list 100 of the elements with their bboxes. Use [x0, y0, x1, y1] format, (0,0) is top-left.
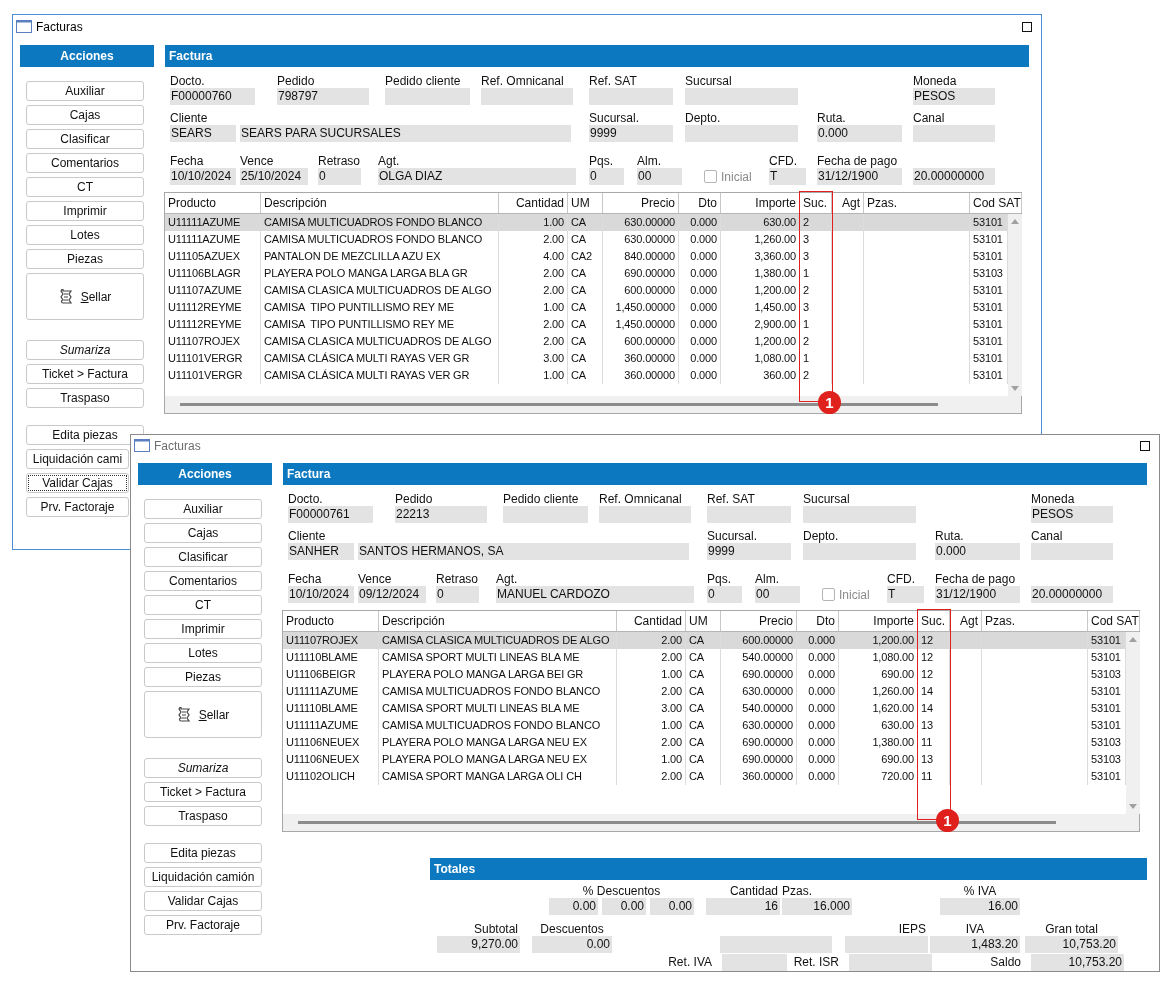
sidebar-button[interactable]: Comentarios [144, 571, 262, 591]
sidebar-button[interactable]: Edita piezas [26, 425, 144, 445]
text-field[interactable] [599, 506, 691, 523]
scrollbar[interactable] [1126, 632, 1140, 814]
text-field[interactable]: 31/12/1900 [935, 586, 1020, 603]
text-field[interactable]: 0 [707, 586, 742, 603]
text-field[interactable]: 09/12/2024 [358, 586, 426, 603]
text-field[interactable]: F00000761 [288, 506, 373, 523]
text-field[interactable] [503, 506, 588, 523]
table-row[interactable]: U11106NEUEX PLAYERA POLO MANGA LARGA NEU EX 1.00 CA 690.00000 0.000 690.00 13 53103 [283, 751, 1126, 768]
column-header[interactable]: Cod SAT [970, 193, 1022, 213]
text-field[interactable]: 10/10/2024 [170, 168, 236, 185]
table-row[interactable]: U11106NEUEX PLAYERA POLO MANGA LARGA NEU EX 2.00 CA 690.00000 0.000 1,380.00 11 53103 [283, 734, 1126, 751]
scrollbar[interactable] [283, 814, 1139, 831]
text-field[interactable]: 0 [589, 168, 624, 185]
sidebar-button[interactable]: Ticket > Factura [26, 364, 144, 384]
table-row[interactable]: U11106BLAGR PLAYERA POLO MANGA LARGA BLA GR 2.00 CA 690.00000 0.000 1,380.00 1 53103 [165, 265, 1008, 282]
sidebar-button[interactable]: Lotes [26, 225, 144, 245]
text-field[interactable]: 00 [637, 168, 682, 185]
sidebar-button[interactable]: Edita piezas [144, 843, 262, 863]
sidebar-button[interactable]: Comentarios [26, 153, 144, 173]
sidebar-button[interactable]: Sellar [144, 691, 262, 738]
table-row[interactable]: U11111AZUME CAMISA MULTICUADROS FONDO BLANCO 1.00 CA 630.00000 0.000 630.00 13 53101 [283, 717, 1126, 734]
column-header[interactable]: Precio [603, 193, 679, 213]
column-header[interactable]: Pzas. [982, 611, 1088, 631]
scrollbar[interactable] [1008, 214, 1022, 396]
sidebar-button[interactable]: CT [144, 595, 262, 615]
sidebar-button[interactable]: Traspaso [26, 388, 144, 408]
sidebar-button[interactable]: Prv. Factoraje [144, 915, 262, 935]
column-header[interactable]: Cantidad [499, 193, 568, 213]
column-header[interactable]: Producto [283, 611, 379, 631]
sidebar-button[interactable]: Piezas [26, 249, 144, 269]
table-row[interactable]: U11107ROJEX CAMISA CLASICA MULTICUADROS DE ALGO 2.00 CA 600.00000 0.000 1,200.00 2 53101 [165, 333, 1008, 350]
sidebar-button[interactable]: Traspaso [144, 806, 262, 826]
table-row[interactable]: U11107AZUME CAMISA CLASICA MULTICUADROS DE ALGO 2.00 CA 600.00000 0.000 1,200.00 2 53101 [165, 282, 1008, 299]
sidebar-button[interactable]: Validar Cajas [26, 473, 129, 493]
table-row[interactable]: U11111AZUME CAMISA MULTICUADROS FONDO BLANCO 2.00 CA 630.00000 0.000 1,260.00 3 53101 [165, 231, 1008, 248]
column-header[interactable]: Producto [165, 193, 261, 213]
sidebar-button[interactable]: Clasificar [144, 547, 262, 567]
sidebar-button[interactable]: Cajas [26, 105, 144, 125]
column-header[interactable]: Importe [839, 611, 918, 631]
text-field[interactable]: PESOS [913, 88, 995, 105]
table-row[interactable]: U11102OLICH CAMISA SPORT MANGA LARGA OLI CH 2.00 CA 360.00000 0.000 720.00 11 53101 [283, 768, 1126, 785]
text-field[interactable] [1031, 543, 1113, 560]
text-field[interactable]: F00000760 [170, 88, 255, 105]
column-header[interactable]: Descripción [379, 611, 617, 631]
text-field[interactable]: 10/10/2024 [288, 586, 354, 603]
sidebar-button[interactable]: Sumariza [26, 340, 144, 360]
table-row[interactable]: U11111AZUME CAMISA MULTICUADROS FONDO BLANCO 1.00 CA 630.00000 0.000 630.00 2 53101 [165, 214, 1008, 231]
text-field[interactable]: MANUEL CARDOZO [496, 586, 694, 603]
text-field[interactable] [685, 88, 798, 105]
table-row[interactable]: U11112REYME CAMISA TIPO PUNTILLISMO REY ME 2.00 CA 1,450.00000 0.000 2,900.00 1 53101 [165, 316, 1008, 333]
text-field[interactable]: 25/10/2024 [240, 168, 308, 185]
text-field[interactable]: SEARS [170, 125, 236, 142]
text-field[interactable]: 00 [755, 586, 800, 603]
text-field[interactable] [803, 506, 916, 523]
column-header[interactable]: Precio [721, 611, 797, 631]
sidebar-button[interactable]: CT [26, 177, 144, 197]
sidebar-button[interactable]: Liquidación cami [26, 449, 129, 469]
text-field[interactable] [385, 88, 470, 105]
sidebar-button[interactable]: Cajas [144, 523, 262, 543]
table-row[interactable]: U11111AZUME CAMISA MULTICUADROS FONDO BLANCO 2.00 CA 630.00000 0.000 1,260.00 14 53101 [283, 683, 1126, 700]
text-field[interactable]: T [769, 168, 806, 185]
text-field[interactable] [707, 506, 791, 523]
table-row[interactable]: U11105AZUEX PANTALON DE MEZCLILLA AZU EX 4.00 CA2 840.00000 0.000 3,360.00 3 53101 [165, 248, 1008, 265]
column-header[interactable]: Dto [797, 611, 839, 631]
sidebar-button[interactable]: Validar Cajas [144, 891, 262, 911]
table-row[interactable]: U11101VERGR CAMISA CLÁSICA MULTI RAYAS VER GR 3.00 CA 360.00000 0.000 1,080.00 1 53101 [165, 350, 1008, 367]
text-field[interactable]: SEARS PARA SUCURSALES [240, 125, 571, 142]
sidebar-button[interactable]: Liquidación camión [144, 867, 262, 887]
text-field[interactable]: T [887, 586, 924, 603]
column-header[interactable]: Cantidad [617, 611, 686, 631]
text-field[interactable]: 22213 [395, 506, 487, 523]
text-field[interactable]: 20.00000000 [913, 168, 995, 185]
column-header[interactable]: UM [686, 611, 721, 631]
text-field[interactable] [803, 543, 916, 560]
sidebar-button[interactable]: Sumariza [144, 758, 262, 778]
sidebar-button[interactable]: Lotes [144, 643, 262, 663]
text-field[interactable]: 20.00000000 [1031, 586, 1113, 603]
column-header[interactable]: Dto [679, 193, 721, 213]
scrollbar[interactable] [165, 396, 1021, 413]
text-field[interactable]: PESOS [1031, 506, 1113, 523]
table-row[interactable]: U11112REYME CAMISA TIPO PUNTILLISMO REY ME 1.00 CA 1,450.00000 0.000 1,450.00 3 53101 [165, 299, 1008, 316]
sidebar-button[interactable]: Piezas [144, 667, 262, 687]
maximize-icon[interactable] [1022, 21, 1032, 32]
maximize-icon[interactable] [1140, 440, 1150, 451]
table-row[interactable]: U11101VERGR CAMISA CLÁSICA MULTI RAYAS VER GR 1.00 CA 360.00000 0.000 360.00 2 53101 [165, 367, 1008, 384]
text-field[interactable]: 798797 [277, 88, 369, 105]
column-header[interactable]: Agt [832, 193, 864, 213]
column-header[interactable]: Agt [950, 611, 982, 631]
scroll-down-icon[interactable] [1011, 386, 1019, 391]
table-row[interactable]: U11106BEIGR PLAYERA POLO MANGA LARGA BEI GR 1.00 CA 690.00000 0.000 690.00 12 53103 [283, 666, 1126, 683]
column-header[interactable]: Pzas. [864, 193, 970, 213]
sidebar-button[interactable]: Prv. Factoraje [26, 497, 129, 517]
text-field[interactable]: 0 [436, 586, 479, 603]
sidebar-button[interactable]: Imprimir [144, 619, 262, 639]
text-field[interactable]: SANHER [288, 543, 354, 560]
scroll-down-icon[interactable] [1129, 804, 1137, 809]
sidebar-button[interactable]: Imprimir [26, 201, 144, 221]
column-header[interactable]: UM [568, 193, 603, 213]
